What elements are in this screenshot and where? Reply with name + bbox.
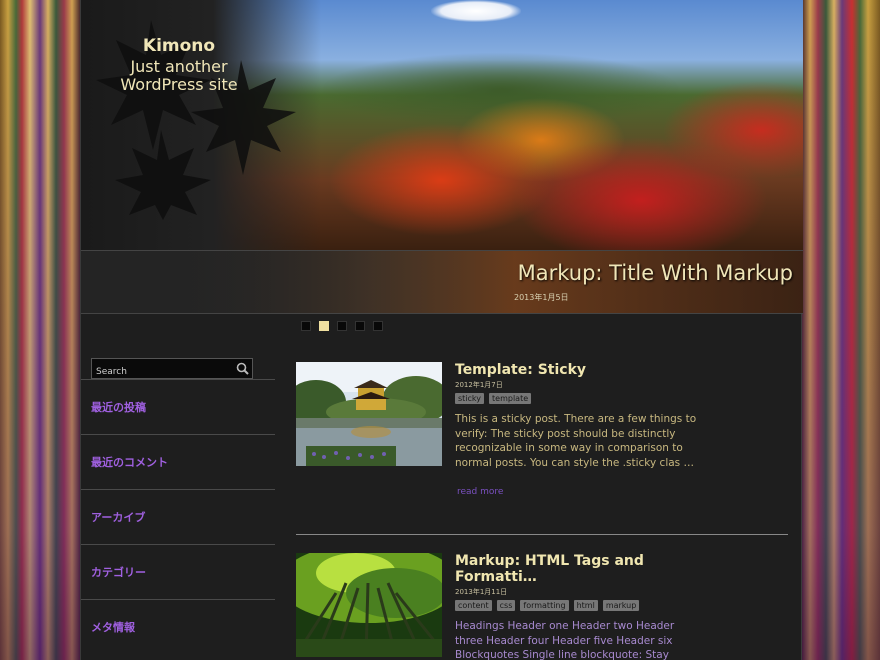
post-tags: content css formatting html markup xyxy=(455,600,705,611)
tag-markup[interactable]: markup xyxy=(602,600,640,611)
header-cloud xyxy=(431,0,521,22)
featured-slider[interactable]: Markup: Title With Markup 2013年1月5日 xyxy=(81,250,803,314)
slider-pagination xyxy=(301,321,383,331)
post-tags: sticky template xyxy=(455,393,705,404)
widget-archives: アーカイブ xyxy=(81,489,275,544)
widget-title-recent-posts[interactable]: 最近の投稿 xyxy=(91,399,146,415)
widget-recent-comments: 最近のコメント xyxy=(81,434,275,489)
tag-template[interactable]: template xyxy=(489,393,532,404)
widget-title-archives[interactable]: アーカイブ xyxy=(91,509,145,525)
search-icon[interactable] xyxy=(236,362,249,375)
header-banner: Kimono Just another WordPress site xyxy=(81,0,803,250)
post-title[interactable]: Template: Sticky xyxy=(455,362,705,378)
slider-dot-4[interactable] xyxy=(355,321,365,331)
golden-pavilion-image xyxy=(296,362,442,466)
widget-meta: メタ情報 xyxy=(81,599,275,654)
post-date: 2012年1月7日 xyxy=(455,381,503,389)
sidebar: 最近の投稿 最近のコメント アーカイブ カテゴリー メタ情報 xyxy=(81,358,275,654)
slide-date: 2013年1月5日 xyxy=(514,293,569,302)
read-more-link[interactable]: read more xyxy=(457,487,503,497)
site-description: Just another WordPress site xyxy=(120,57,238,94)
widget-categories: カテゴリー xyxy=(81,544,275,599)
tag-formatting[interactable]: formatting xyxy=(520,600,569,611)
slider-dot-5[interactable] xyxy=(373,321,383,331)
kimono-border-left xyxy=(0,0,80,660)
widget-title-categories[interactable]: カテゴリー xyxy=(91,564,146,580)
maple-leaf-decoration xyxy=(96,20,296,220)
post-thumbnail-golden-pavilion[interactable] xyxy=(296,362,442,466)
post-body: Template: Sticky 2012年1月7日 sticky templa… xyxy=(455,362,705,498)
widget-title-recent-comments[interactable]: 最近のコメント xyxy=(91,454,168,470)
slide-title[interactable]: Markup: Title With Markup xyxy=(518,261,793,285)
post-body: Markup: HTML Tags and Formatti… 2013年1月1… xyxy=(455,553,705,660)
post-excerpt: Headings Header one Header two Header th… xyxy=(455,620,675,660)
post-title[interactable]: Markup: HTML Tags and Formatti… xyxy=(455,553,705,585)
site-title[interactable]: Kimono xyxy=(101,36,257,56)
post-divider xyxy=(296,534,788,535)
search-form xyxy=(91,358,253,382)
search-input[interactable] xyxy=(92,362,232,382)
post-excerpt: This is a sticky post. There are a few t… xyxy=(455,413,697,469)
tag-content[interactable]: content xyxy=(455,600,492,611)
post-thumbnail-forest[interactable] xyxy=(296,553,442,657)
slider-dot-1[interactable] xyxy=(301,321,311,331)
kimono-border-right xyxy=(802,0,880,660)
widget-title-meta[interactable]: メタ情報 xyxy=(91,619,135,635)
slider-dot-2[interactable] xyxy=(319,321,329,331)
bamboo-forest-image xyxy=(296,553,442,657)
slider-dot-3[interactable] xyxy=(337,321,347,331)
post-date: 2013年1月11日 xyxy=(455,588,508,596)
tag-css[interactable]: css xyxy=(496,600,516,611)
tag-sticky[interactable]: sticky xyxy=(455,393,485,404)
widget-recent-posts: 最近の投稿 xyxy=(81,379,275,434)
page-container: Kimono Just another WordPress site Marku… xyxy=(80,0,803,660)
tag-html[interactable]: html xyxy=(573,600,598,611)
